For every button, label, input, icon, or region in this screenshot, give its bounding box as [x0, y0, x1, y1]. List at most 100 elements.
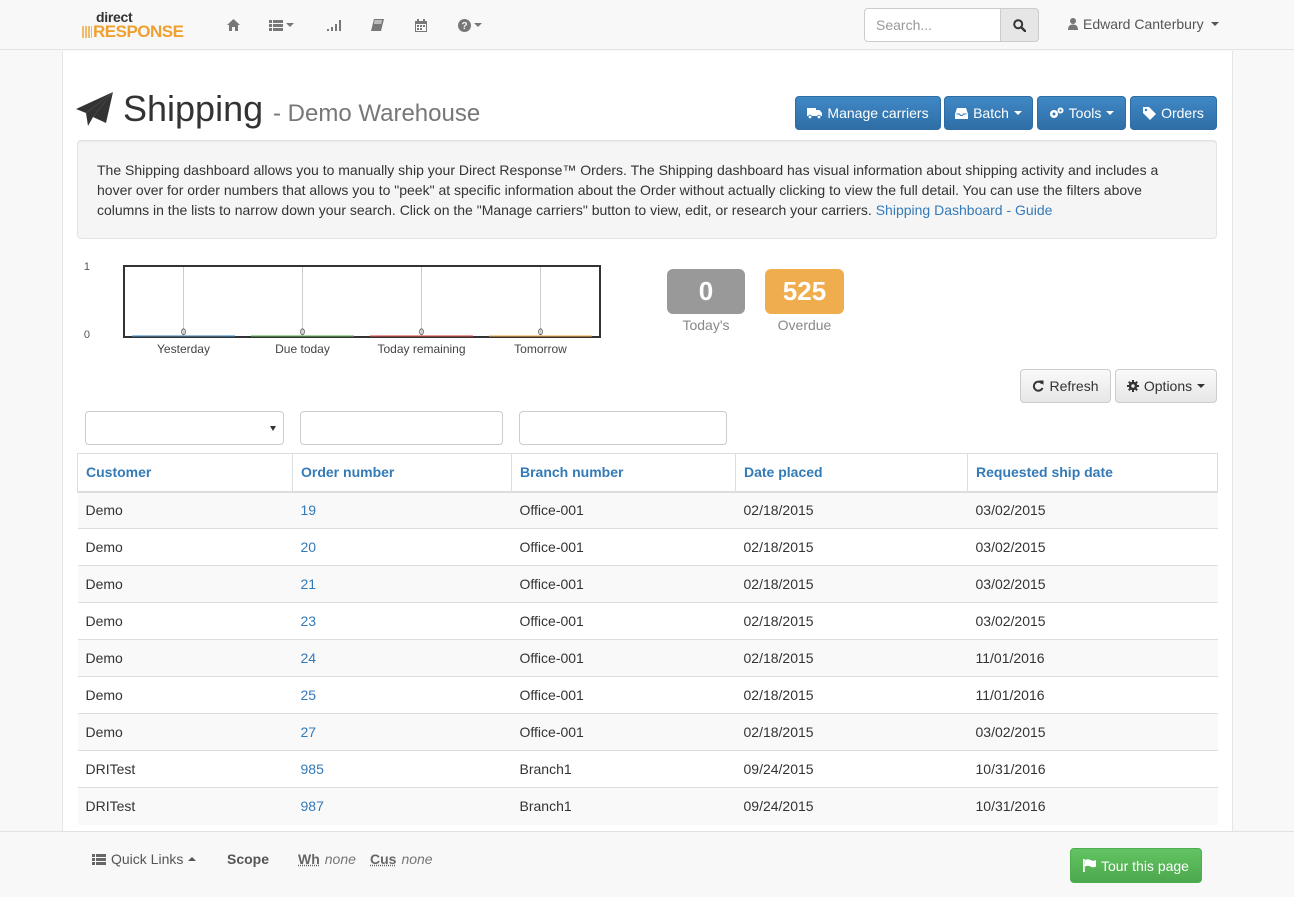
table-row: Demo 27 Office-001 02/18/2015 03/02/2015 [77, 713, 1218, 751]
overdue-count-badge[interactable]: 525 [765, 269, 844, 314]
quick-links-button[interactable]: Quick Links [92, 851, 197, 867]
signal-icon[interactable] [327, 14, 342, 36]
requested-ship-date-cell: 03/02/2015 [967, 713, 1218, 751]
customer-cell: Demo [77, 491, 293, 529]
page-title: Shipping [123, 88, 264, 129]
order-number-link[interactable]: 27 [301, 724, 317, 740]
batch-button[interactable]: Batch [944, 96, 1033, 130]
gear-icon [1126, 380, 1139, 392]
refresh-icon [1033, 380, 1044, 392]
orders-table: Customer Order number Branch number Date… [77, 453, 1218, 825]
tag-icon [1143, 106, 1157, 120]
chart-data-label: 0 [181, 327, 186, 337]
column-header-requested-ship-date[interactable]: Requested ship date [967, 453, 1218, 493]
order-number-cell: 25 [292, 676, 512, 714]
list-icon [92, 853, 106, 865]
truck-icon [807, 107, 823, 119]
tools-button[interactable]: Tools [1037, 96, 1126, 130]
branch-number-cell: Office-001 [511, 676, 736, 714]
branch-number-cell: Branch1 [511, 787, 736, 825]
direct-response-logo[interactable]: direct RESPONSE [82, 9, 188, 41]
tour-page-label: Tour this page [1101, 857, 1189, 874]
options-button[interactable]: Options [1115, 369, 1217, 403]
orders-button[interactable]: Orders [1130, 96, 1217, 130]
order-number-link[interactable]: 985 [301, 761, 324, 777]
table-row: Demo 25 Office-001 02/18/2015 11/01/2016 [77, 676, 1218, 714]
chevron-down-icon [1197, 384, 1206, 388]
footer-bar: Quick Links Scope Wh none Cus none Tour … [0, 831, 1294, 897]
list-menu-button[interactable] [269, 14, 294, 36]
requested-ship-date-cell: 03/02/2015 [967, 528, 1218, 566]
column-header-order-number[interactable]: Order number [292, 453, 512, 493]
chevron-up-icon [188, 857, 197, 861]
branch-number-cell: Office-001 [511, 528, 736, 566]
chart-category-label: Yesterday [157, 342, 210, 356]
y-tick-label: 0 [84, 329, 90, 341]
order-number-link[interactable]: 25 [301, 687, 317, 703]
order-number-cell: 23 [292, 602, 512, 640]
column-header-branch-number[interactable]: Branch number [511, 453, 736, 493]
date-placed-cell: 02/18/2015 [735, 676, 968, 714]
customer-cell: DRITest [77, 787, 293, 825]
branch-number-cell: Office-001 [511, 602, 736, 640]
date-placed-cell: 09/24/2015 [735, 750, 968, 788]
search-button[interactable] [1000, 8, 1039, 42]
order-number-link[interactable]: 23 [301, 613, 317, 629]
table-row: Demo 19 Office-001 02/18/2015 03/02/2015 [77, 491, 1218, 529]
chevron-down-icon [474, 23, 482, 27]
chevron-down-icon [1106, 111, 1115, 115]
warehouse-scope[interactable]: Wh none [298, 851, 356, 867]
options-label: Options [1143, 378, 1193, 394]
orders-label: Orders [1161, 105, 1204, 121]
inbox-icon [955, 107, 969, 119]
date-placed-cell: 09/24/2015 [735, 787, 968, 825]
todays-count-badge[interactable]: 0 [667, 269, 745, 314]
customer-cell: DRITest [77, 750, 293, 788]
tour-page-button[interactable]: Tour this page [1070, 848, 1202, 883]
user-menu[interactable]: Edward Canterbury [1068, 16, 1219, 32]
todays-value: 0 [698, 276, 714, 306]
order-number-link[interactable]: 987 [301, 798, 324, 814]
order-number-link[interactable]: 21 [301, 576, 317, 592]
chart-data-label: 0 [419, 327, 424, 337]
table-row: Demo 23 Office-001 02/18/2015 03/02/2015 [77, 602, 1218, 640]
warehouse-scope-value: none [324, 851, 356, 867]
top-navbar: direct RESPONSE ? Edward Canterbury [0, 0, 1294, 50]
y-tick-label: 1 [84, 261, 90, 273]
shipping-guide-link[interactable]: Shipping Dashboard - Guide [876, 202, 1053, 218]
branch-number-cell: Office-001 [511, 639, 736, 677]
customer-filter-select[interactable] [85, 411, 284, 445]
home-icon[interactable] [227, 14, 240, 36]
order-number-filter-input[interactable] [300, 411, 503, 445]
customer-cell: Demo [77, 639, 293, 677]
date-placed-cell: 02/18/2015 [735, 565, 968, 603]
paper-plane-icon [76, 92, 113, 126]
column-header-date-placed[interactable]: Date placed [735, 453, 968, 493]
calendar-icon[interactable] [415, 14, 427, 36]
help-menu-button[interactable]: ? [458, 14, 482, 36]
list-icon [269, 19, 283, 31]
order-number-link[interactable]: 19 [301, 502, 317, 518]
table-row: Demo 24 Office-001 02/18/2015 11/01/2016 [77, 639, 1218, 677]
customer-scope[interactable]: Cus none [370, 851, 433, 867]
customer-scope-value: none [401, 851, 433, 867]
requested-ship-date-cell: 10/31/2016 [967, 750, 1218, 788]
page-subtitle: - Demo Warehouse [273, 100, 481, 127]
branch-number-filter-input[interactable] [519, 411, 727, 445]
question-icon: ? [458, 18, 471, 32]
requested-ship-date-cell: 11/01/2016 [967, 639, 1218, 677]
search-input[interactable] [864, 8, 1001, 42]
table-row: Demo 20 Office-001 02/18/2015 03/02/2015 [77, 528, 1218, 566]
chart-data-label: 0 [300, 327, 305, 337]
book-icon[interactable] [371, 14, 384, 36]
table-row: DRITest 987 Branch1 09/24/2015 10/31/2016 [77, 787, 1218, 825]
order-number-link[interactable]: 20 [301, 539, 317, 555]
refresh-button[interactable]: Refresh [1020, 369, 1111, 403]
requested-ship-date-cell: 03/02/2015 [967, 602, 1218, 640]
warehouse-abbr: Wh [298, 851, 320, 867]
column-header-customer[interactable]: Customer [77, 453, 293, 493]
order-number-link[interactable]: 24 [301, 650, 317, 666]
date-placed-cell: 02/18/2015 [735, 639, 968, 677]
refresh-label: Refresh [1049, 378, 1099, 394]
manage-carriers-button[interactable]: Manage carriers [795, 96, 941, 130]
